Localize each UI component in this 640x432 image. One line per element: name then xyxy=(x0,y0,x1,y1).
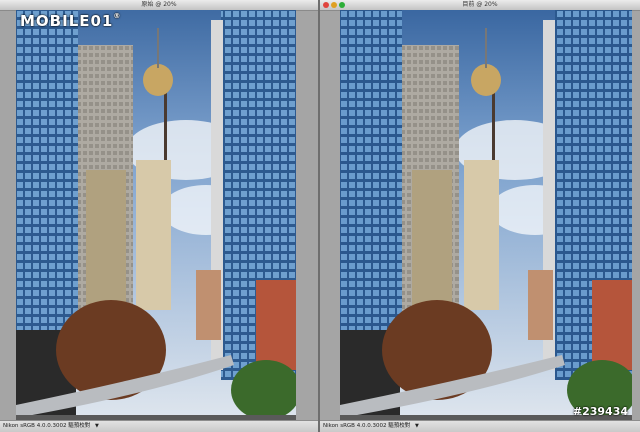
sydney-tower xyxy=(471,64,501,96)
watermark-logo: MOBILE01® xyxy=(20,12,122,30)
glass-tower-left xyxy=(16,10,78,350)
glass-tower-left xyxy=(340,10,402,350)
zoom-icon[interactable] xyxy=(339,2,345,8)
window-title: 目前 @ 20% xyxy=(462,1,498,8)
sydney-tower xyxy=(143,64,173,96)
photo-canvas-original[interactable]: MOBILE01® xyxy=(16,10,296,421)
triangle-down-icon[interactable]: ▼ xyxy=(415,423,419,429)
window-title: 原始 @ 20% xyxy=(141,1,177,8)
current-window: 目前 @ 20% #239434 Nikon sRGB 4.0.0.3002 驅… xyxy=(320,0,640,432)
status-text: Nikon sRGB 4.0.0.3002 驅預校對 xyxy=(323,423,411,429)
photo-canvas-current[interactable]: #239434 xyxy=(340,10,632,421)
status-text: Nikon sRGB 4.0.0.3002 驅預校對 xyxy=(3,423,91,429)
city-photo xyxy=(16,10,296,421)
status-bar: Nikon sRGB 4.0.0.3002 驅預校對 ▼ xyxy=(0,420,318,432)
original-window: 原始 @ 20% MOBILE01® Nikon sRGB 4.0.0.3002… xyxy=(0,0,318,432)
city-photo xyxy=(340,10,632,421)
minimize-icon[interactable] xyxy=(331,2,337,8)
close-icon[interactable] xyxy=(323,2,329,8)
triangle-down-icon[interactable]: ▼ xyxy=(95,423,99,429)
window-controls xyxy=(323,2,345,8)
photo-id: #239434 xyxy=(572,405,628,418)
status-bar: Nikon sRGB 4.0.0.3002 驅預校對 ▼ xyxy=(320,420,640,432)
